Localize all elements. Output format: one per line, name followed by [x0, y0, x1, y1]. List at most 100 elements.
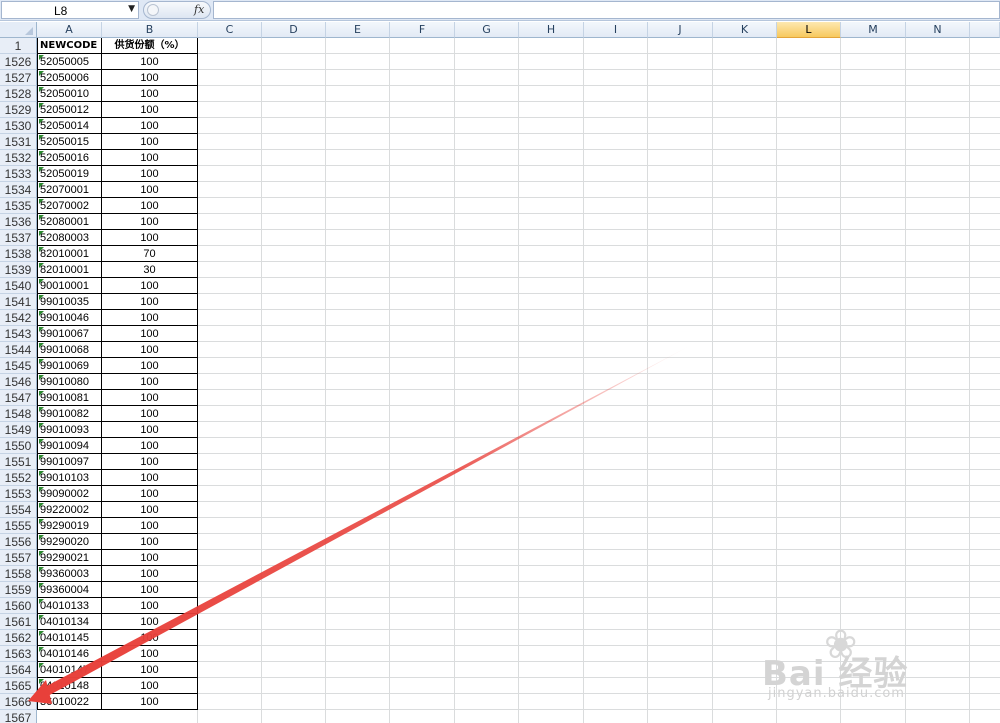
- row-header[interactable]: 1544: [0, 342, 37, 358]
- row-header[interactable]: 1536: [0, 214, 37, 230]
- cell-code[interactable]: 99010068: [37, 342, 102, 358]
- row-header[interactable]: 1548: [0, 406, 37, 422]
- cell-share[interactable]: 100: [102, 294, 198, 310]
- row-header[interactable]: 1562: [0, 630, 37, 646]
- cell-share[interactable]: 100: [102, 566, 198, 582]
- column-header-m[interactable]: M: [841, 22, 906, 38]
- insert-function-button[interactable]: fx: [194, 3, 204, 16]
- cell-code[interactable]: 52050015: [37, 134, 102, 150]
- row-header[interactable]: 1542: [0, 310, 37, 326]
- cell-share[interactable]: 100: [102, 118, 198, 134]
- cell-share[interactable]: 100: [102, 630, 198, 646]
- cell-share[interactable]: 100: [102, 662, 198, 678]
- cell-share[interactable]: 30: [102, 262, 198, 278]
- column-header-c[interactable]: C: [198, 22, 262, 38]
- cell-code[interactable]: 52050010: [37, 86, 102, 102]
- row-header[interactable]: 1549: [0, 422, 37, 438]
- row-header[interactable]: 1530: [0, 118, 37, 134]
- row-header[interactable]: 1566: [0, 694, 37, 710]
- column-header-i[interactable]: I: [584, 22, 648, 38]
- cell-code[interactable]: 99360004: [37, 582, 102, 598]
- row-header[interactable]: 1: [0, 38, 37, 54]
- header-cell-newcode[interactable]: NEWCODE: [37, 38, 102, 54]
- cell-share[interactable]: 100: [102, 86, 198, 102]
- column-header-d[interactable]: D: [262, 22, 326, 38]
- row-header[interactable]: 1561: [0, 614, 37, 630]
- cell-code[interactable]: 52080001: [37, 214, 102, 230]
- cell-share[interactable]: 100: [102, 694, 198, 710]
- cell-code[interactable]: 99220002: [37, 502, 102, 518]
- column-header-a[interactable]: A: [37, 22, 102, 38]
- cell-code[interactable]: 52070001: [37, 182, 102, 198]
- cell-share[interactable]: 100: [102, 454, 198, 470]
- cell-share[interactable]: 100: [102, 166, 198, 182]
- cell-code[interactable]: 99010080: [37, 374, 102, 390]
- cell-share[interactable]: 100: [102, 598, 198, 614]
- cell-share[interactable]: 70: [102, 246, 198, 262]
- select-all-button[interactable]: [0, 22, 37, 38]
- cell-code[interactable]: 52050005: [37, 54, 102, 70]
- cell-share[interactable]: 100: [102, 326, 198, 342]
- column-header-b[interactable]: B: [102, 22, 198, 38]
- cell-code[interactable]: 99010103: [37, 470, 102, 486]
- cell-share[interactable]: 100: [102, 102, 198, 118]
- cell-code[interactable]: 04010146: [37, 646, 102, 662]
- cell-code[interactable]: 52050006: [37, 70, 102, 86]
- cell-share[interactable]: 100: [102, 550, 198, 566]
- cell-share[interactable]: 100: [102, 70, 198, 86]
- cell-code[interactable]: 04010145: [37, 630, 102, 646]
- column-header-n[interactable]: N: [906, 22, 970, 38]
- column-header-g[interactable]: G: [455, 22, 519, 38]
- row-header[interactable]: 1565: [0, 678, 37, 694]
- cell-code[interactable]: 99010081: [37, 390, 102, 406]
- row-header[interactable]: 1553: [0, 486, 37, 502]
- cell-share[interactable]: 100: [102, 422, 198, 438]
- column-header-j[interactable]: J: [648, 22, 713, 38]
- row-header[interactable]: 1527: [0, 70, 37, 86]
- row-header[interactable]: 1567: [0, 710, 37, 723]
- row-header[interactable]: 1537: [0, 230, 37, 246]
- row-header[interactable]: 1529: [0, 102, 37, 118]
- cell-code[interactable]: 99010097: [37, 454, 102, 470]
- cell-share[interactable]: 100: [102, 614, 198, 630]
- cell-share[interactable]: 100: [102, 374, 198, 390]
- row-header[interactable]: 1543: [0, 326, 37, 342]
- cell-code[interactable]: 99090002: [37, 486, 102, 502]
- cell-code[interactable]: 99010082: [37, 406, 102, 422]
- row-header[interactable]: 1546: [0, 374, 37, 390]
- cell-share[interactable]: 100: [102, 502, 198, 518]
- row-header[interactable]: 1538: [0, 246, 37, 262]
- cell-code[interactable]: 52050012: [37, 102, 102, 118]
- cell-code[interactable]: 52050019: [37, 166, 102, 182]
- cell-code[interactable]: 04010133: [37, 598, 102, 614]
- row-header[interactable]: 1531: [0, 134, 37, 150]
- chevron-down-icon[interactable]: ▼: [128, 4, 135, 14]
- row-header[interactable]: 1558: [0, 566, 37, 582]
- cell-share[interactable]: 100: [102, 534, 198, 550]
- cell-code[interactable]: 99290019: [37, 518, 102, 534]
- cell-code[interactable]: 99290021: [37, 550, 102, 566]
- row-header[interactable]: 1535: [0, 198, 37, 214]
- cell-share[interactable]: 100: [102, 406, 198, 422]
- cell-code[interactable]: 99010046: [37, 310, 102, 326]
- cell-share[interactable]: 100: [102, 150, 198, 166]
- cell-code[interactable]: 82010001: [37, 246, 102, 262]
- row-header[interactable]: 1551: [0, 454, 37, 470]
- header-cell-share[interactable]: 供货份额（%）: [102, 38, 198, 54]
- row-header[interactable]: 1554: [0, 502, 37, 518]
- cell-share[interactable]: 100: [102, 54, 198, 70]
- cell-share[interactable]: 100: [102, 646, 198, 662]
- row-header[interactable]: 1563: [0, 646, 37, 662]
- row-header[interactable]: 1541: [0, 294, 37, 310]
- cell-code[interactable]: 99010094: [37, 438, 102, 454]
- row-header[interactable]: 1555: [0, 518, 37, 534]
- column-header-k[interactable]: K: [713, 22, 777, 38]
- row-header[interactable]: 1545: [0, 358, 37, 374]
- cell-share[interactable]: 100: [102, 390, 198, 406]
- row-header[interactable]: 1559: [0, 582, 37, 598]
- cell-code[interactable]: 99010069: [37, 358, 102, 374]
- cell-share[interactable]: 100: [102, 358, 198, 374]
- row-header[interactable]: 1547: [0, 390, 37, 406]
- cell-code[interactable]: 52070002: [37, 198, 102, 214]
- cell-share[interactable]: 100: [102, 518, 198, 534]
